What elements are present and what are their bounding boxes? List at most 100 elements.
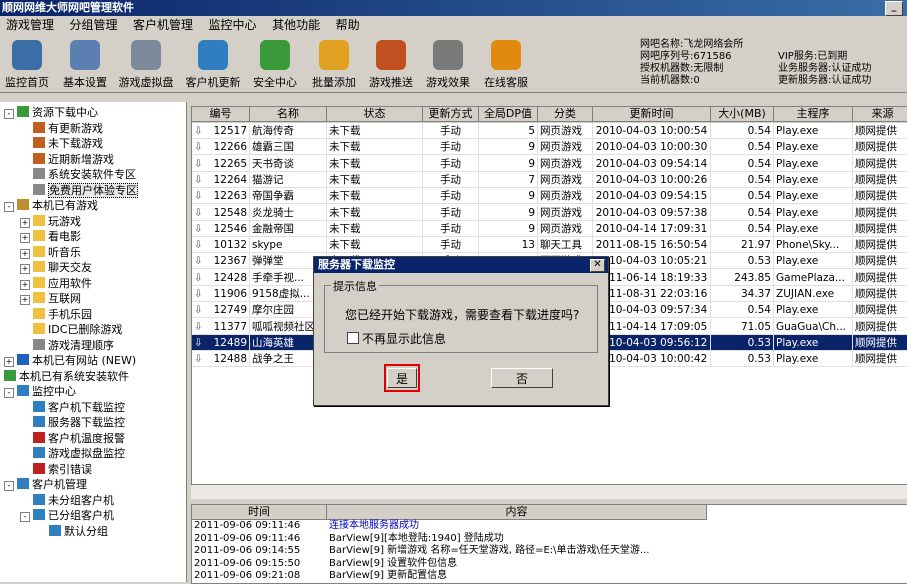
expand-icon[interactable]: + <box>20 217 30 228</box>
column-header[interactable]: 全局DP值 <box>479 107 538 122</box>
table-cell: 顺网提供 <box>853 334 907 351</box>
tree-node[interactable]: - 本机已有游戏 <box>4 198 98 213</box>
toolbar-button-0[interactable]: 监控首页 <box>2 40 52 92</box>
menu-client-management[interactable]: 客户机管理 <box>127 16 199 34</box>
column-header[interactable]: 来源 <box>853 107 907 122</box>
tree-node[interactable]: 免费用户体验专区 <box>20 182 138 198</box>
tree-node[interactable]: - 资源下载中心 <box>4 105 98 120</box>
tree-node[interactable]: 近期新增游戏 <box>20 152 114 167</box>
minimize-button[interactable]: _ <box>885 1 903 16</box>
tree-node[interactable]: 手机乐园 <box>20 307 92 322</box>
no-button[interactable]: 否 <box>491 368 553 388</box>
expand-icon[interactable]: + <box>20 264 30 274</box>
collapse-icon[interactable]: - <box>20 512 30 522</box>
table-row[interactable]: ⇩ 12266 雄霸三国 未下载 手动 9 网页游戏 2010-04-03 10:00:30 0… <box>192 139 907 156</box>
toolbar-button-1[interactable]: 基本设置 <box>58 40 112 92</box>
tree-node[interactable]: 默认分组 <box>36 524 108 539</box>
table-row[interactable]: ⇩ 12263 帝国争霸 未下载 手动 9 网页游戏 2010-04-03 09:54:15 0… <box>192 188 907 205</box>
collapse-icon[interactable]: - <box>4 388 14 398</box>
menu-game-management[interactable]: 游戏管理 <box>0 16 60 34</box>
toolbar-button-3[interactable]: 客户机更新 <box>182 40 244 92</box>
column-header[interactable]: 状态 <box>327 107 423 122</box>
table-row[interactable]: ⇩ 12546 金融帝国 未下载 手动 9 网页游戏 2010-04-14 17:09:31 0… <box>192 220 907 237</box>
toolbar-button-5[interactable]: 批量添加 <box>308 40 360 92</box>
row-id: 12263 <box>213 190 247 203</box>
column-header[interactable]: 分类 <box>538 107 593 122</box>
table-cell: 炎龙骑士 <box>250 204 327 221</box>
info-current-count: 当前机器数:0 <box>640 75 700 86</box>
table-row[interactable]: ⇩ 12264 猫游记 未下载 手动 7 网页游戏 2010-04-03 10:00:26 0.… <box>192 171 907 188</box>
tree-node[interactable]: 有更新游戏 <box>20 121 103 136</box>
toolbar-button-4[interactable]: 安全中心 <box>250 40 300 92</box>
table-cell: 2010-04-03 10:00:42 <box>593 351 711 368</box>
collapse-icon[interactable]: - <box>4 109 14 119</box>
log-column-header[interactable]: 时间 <box>192 505 327 520</box>
tree-node[interactable]: - 监控中心 <box>4 384 76 399</box>
tree-node[interactable]: 客户机温度报警 <box>20 431 125 446</box>
column-header[interactable]: 名称 <box>250 107 327 122</box>
row-id: 12264 <box>213 173 247 186</box>
checkbox-box[interactable] <box>347 332 359 344</box>
table-cell: 7 <box>479 171 538 188</box>
table-cell: Play.exe <box>774 302 853 319</box>
menu-help[interactable]: 帮助 <box>330 16 366 34</box>
column-header[interactable]: 主程序 <box>774 107 853 122</box>
tree-node[interactable]: + 听音乐 <box>20 245 81 260</box>
expand-icon[interactable]: + <box>20 248 30 259</box>
menu-group-management[interactable]: 分组管理 <box>64 16 124 34</box>
column-header[interactable]: 更新方式 <box>423 107 479 122</box>
toolbar-button-2[interactable]: 游戏虚拟盘 <box>115 40 177 92</box>
tree-node[interactable]: - 已分组客户机 <box>20 508 114 523</box>
computers-icon <box>17 478 29 489</box>
tree-node[interactable]: 游戏虚拟盘监控 <box>20 446 125 461</box>
tree-node[interactable]: 游戏清理顺序 <box>20 338 114 353</box>
column-header[interactable]: 编号 <box>192 107 250 122</box>
tree-node[interactable]: + 玩游戏 <box>20 214 81 229</box>
expand-icon[interactable]: + <box>20 233 30 243</box>
folder-icon <box>33 261 45 272</box>
menu-other-functions[interactable]: 其他功能 <box>266 16 326 34</box>
tree-node[interactable]: + 互联网 <box>20 291 81 306</box>
tree-node[interactable]: 客户机下载监控 <box>20 400 125 415</box>
chat-icon <box>491 40 521 70</box>
tree-node[interactable]: 本机已有系统安装软件 <box>4 369 129 384</box>
tree-node[interactable]: + 看电影 <box>20 229 81 244</box>
tree-node[interactable]: IDC已删除游戏 <box>20 322 122 337</box>
expand-icon[interactable]: + <box>20 279 30 290</box>
table-cell: 0.54 <box>711 220 774 237</box>
table-row[interactable]: ⇩ 10132 skype 未下载 手动 13 聊天工具 2011-08-15 16:50:5… <box>192 237 907 254</box>
expand-icon[interactable]: + <box>4 357 14 367</box>
tree-node[interactable]: 系统安装软件专区 <box>20 167 136 182</box>
tree-node-label: 玩游戏 <box>48 214 81 228</box>
tree-node[interactable]: 未下载游戏 <box>20 136 103 151</box>
log-column-header[interactable]: 内容 <box>327 505 707 520</box>
toolbar-button-6[interactable]: 游戏推送 <box>365 40 417 92</box>
gamepad-icon <box>433 40 463 70</box>
tree-node[interactable]: + 本机已有网站 (NEW) <box>4 353 136 368</box>
table-row[interactable]: ⇩ 12548 炎龙骑士 未下载 手动 9 网页游戏 2010-04-03 09:57:38 0… <box>192 204 907 221</box>
dont-show-checkbox[interactable]: 不再显示此信息 <box>347 330 446 347</box>
column-header[interactable]: 大小(MB) <box>711 107 774 122</box>
table-cell: 顺网提供 <box>853 139 907 156</box>
tree-node[interactable]: 未分组客户机 <box>20 493 114 508</box>
tree-node[interactable]: 服务器下载监控 <box>20 415 125 430</box>
expand-icon[interactable]: + <box>20 295 30 305</box>
collapse-icon[interactable]: - <box>4 481 14 491</box>
tree-node[interactable]: 索引错误 <box>20 462 92 477</box>
horizontal-scrollbar[interactable] <box>191 484 907 499</box>
menu-monitor-center[interactable]: 监控中心 <box>203 16 263 34</box>
toolbar-button-8[interactable]: 在线客服 <box>480 40 532 92</box>
monitor-icon <box>33 447 45 458</box>
tree-node[interactable]: + 应用软件 <box>20 276 92 291</box>
column-header[interactable]: 更新时间 <box>593 107 711 122</box>
tree-node[interactable]: + 聊天交友 <box>20 260 92 275</box>
download-arrow-icon: ⇩ <box>194 190 203 203</box>
toolbar-button-7[interactable]: 游戏效果 <box>422 40 474 92</box>
table-row[interactable]: ⇩ 12265 天书奇谈 未下载 手动 9 网页游戏 2010-04-03 09:54:14 0… <box>192 155 907 172</box>
collapse-icon[interactable]: - <box>4 202 14 212</box>
table-row[interactable]: ⇩ 12517 航海传奇 未下载 手动 5 网页游戏 2010-04-03 10:00:54 0… <box>192 123 907 139</box>
computer-icon <box>33 509 45 520</box>
table-cell: ⇩ 12265 <box>192 155 250 172</box>
tree-node[interactable]: - 客户机管理 <box>4 477 87 492</box>
close-icon[interactable]: ✕ <box>590 259 605 272</box>
